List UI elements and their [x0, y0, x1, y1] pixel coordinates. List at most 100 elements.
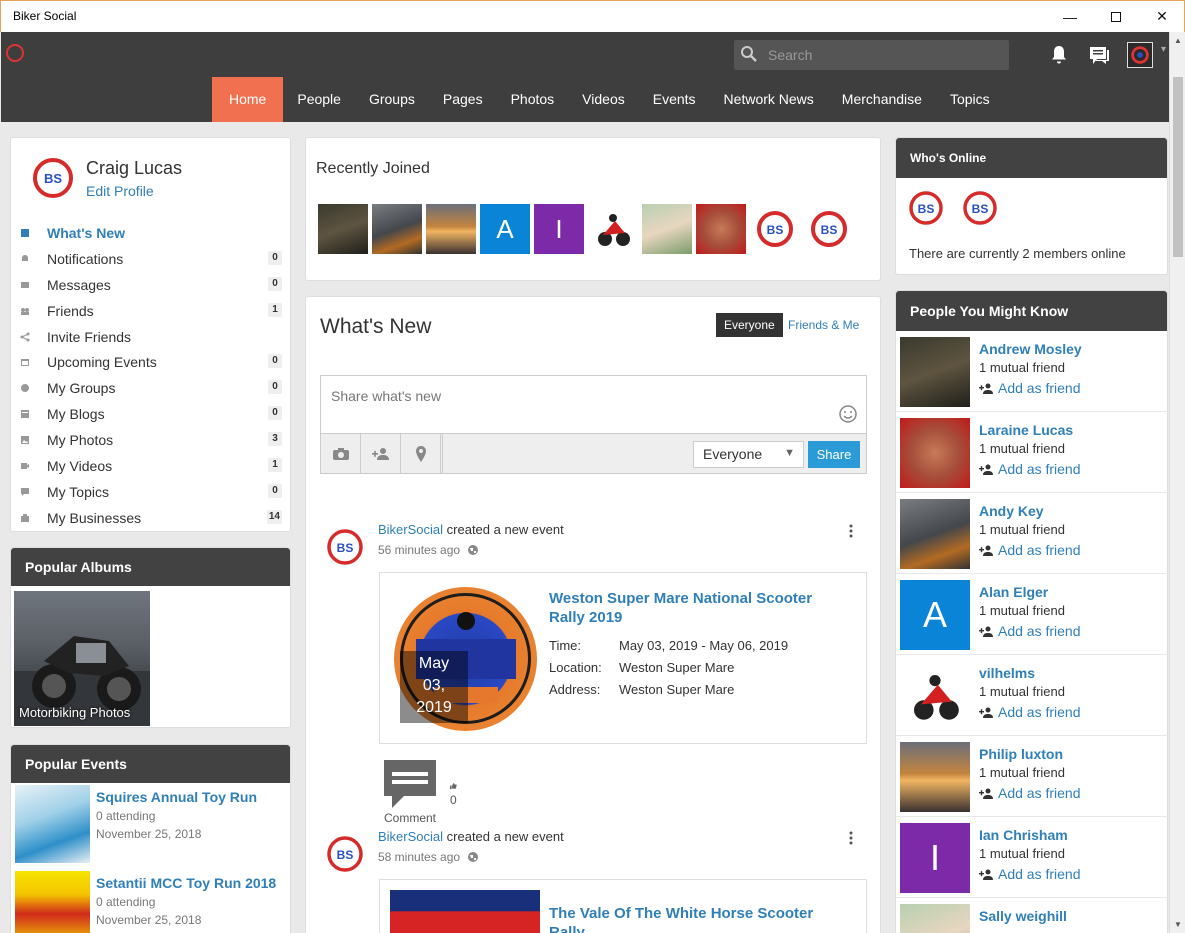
post-options-icon[interactable]	[849, 524, 853, 538]
menu-my-photos[interactable]: My Photos 3	[11, 427, 292, 453]
nav-groups[interactable]: Groups	[355, 77, 429, 122]
menu-my-businesses[interactable]: My Businesses 14	[11, 505, 292, 531]
tag-friends-button[interactable]	[361, 434, 401, 474]
add-photo-button[interactable]	[321, 434, 361, 474]
person-name[interactable]: Ian Chrisham	[979, 827, 1068, 843]
online-member-avatar[interactable]: BS	[962, 190, 998, 226]
menu-messages[interactable]: Messages 0	[11, 272, 292, 298]
maximize-button[interactable]	[1093, 1, 1139, 32]
post-options-icon[interactable]	[849, 831, 853, 845]
person-avatar[interactable]	[900, 499, 970, 569]
member-avatar[interactable]: BS	[750, 204, 800, 254]
filter-everyone-tab[interactable]: Everyone	[716, 313, 783, 337]
page-scrollbar[interactable]: ▲ ▼	[1169, 32, 1185, 933]
person-name[interactable]: Andrew Mosley	[979, 341, 1082, 357]
profile-name[interactable]: Craig Lucas	[86, 158, 182, 179]
member-avatar[interactable]	[588, 204, 638, 254]
composer-placeholder[interactable]: Share what's new	[331, 388, 441, 404]
event-title-link[interactable]: The Vale Of The White Horse Scooter Rall…	[549, 904, 849, 933]
online-member-avatar[interactable]: BS	[908, 190, 944, 226]
scrollbar-thumb[interactable]	[1173, 77, 1183, 257]
popular-event-item[interactable]: Setantii MCC Toy Run 2018 0 attending No…	[14, 871, 289, 933]
profile-avatar[interactable]: BS	[33, 158, 73, 198]
menu-my-videos[interactable]: My Videos 1	[11, 453, 292, 479]
person-avatar-letter[interactable]: I	[900, 823, 970, 893]
menu-whats-new[interactable]: What's New	[11, 220, 292, 246]
scroll-down-icon[interactable]: ▼	[1174, 920, 1182, 929]
menu-my-topics[interactable]: My Topics 0	[11, 479, 292, 505]
event-title-link[interactable]: Weston Super Mare National Scooter Rally…	[549, 589, 849, 627]
person-avatar[interactable]	[900, 418, 970, 488]
add-friend-button[interactable]: Add as friend	[979, 785, 1081, 801]
menu-friends[interactable]: Friends 1	[11, 298, 292, 324]
person-avatar[interactable]	[900, 904, 970, 933]
event-title[interactable]: Squires Annual Toy Run	[96, 789, 257, 805]
nav-photos[interactable]: Photos	[497, 77, 569, 122]
post-author-avatar[interactable]: BS	[326, 528, 364, 566]
messages-chat-icon[interactable]	[1087, 43, 1111, 67]
event-title[interactable]: Setantii MCC Toy Run 2018	[96, 875, 276, 891]
post-composer[interactable]: Share what's new Everyone ▼ Share	[320, 375, 867, 474]
nav-pages[interactable]: Pages	[429, 77, 497, 122]
user-avatar[interactable]	[1127, 42, 1153, 68]
post-author-link[interactable]: BikerSocial	[378, 522, 443, 537]
event-card[interactable]: May 03, 2019 Weston Super Mare National …	[379, 572, 867, 744]
member-avatar-letter[interactable]: I	[534, 204, 584, 254]
notifications-bell-icon[interactable]	[1047, 43, 1071, 67]
site-logo-icon[interactable]	[6, 44, 24, 62]
post-author-avatar[interactable]: BS	[326, 835, 364, 873]
scroll-up-icon[interactable]: ▲	[1174, 36, 1182, 45]
person-name[interactable]: Philip luxton	[979, 746, 1063, 762]
add-location-button[interactable]	[401, 434, 441, 474]
close-button[interactable]: ✕	[1139, 1, 1185, 32]
nav-videos[interactable]: Videos	[568, 77, 639, 122]
menu-my-groups[interactable]: My Groups 0	[11, 375, 292, 401]
person-name[interactable]: vilhelms	[979, 665, 1035, 681]
share-button[interactable]: Share	[808, 441, 860, 468]
person-name[interactable]: Andy Key	[979, 503, 1044, 519]
member-avatar[interactable]: BS	[804, 204, 854, 254]
add-friend-button[interactable]: Add as friend	[979, 866, 1081, 882]
search-box[interactable]	[734, 40, 1009, 70]
user-menu-chevron-icon[interactable]: ▾	[1161, 44, 1166, 55]
nav-topics[interactable]: Topics	[936, 77, 1004, 122]
comment-button[interactable]: Comment	[384, 760, 436, 825]
member-avatar[interactable]	[642, 204, 692, 254]
person-name[interactable]: Alan Elger	[979, 584, 1048, 600]
privacy-select[interactable]: Everyone ▼	[693, 441, 804, 468]
member-avatar[interactable]	[426, 204, 476, 254]
menu-invite-friends[interactable]: Invite Friends	[11, 324, 292, 350]
member-avatar-letter[interactable]: A	[480, 204, 530, 254]
add-friend-button[interactable]: Add as friend	[979, 461, 1081, 477]
add-friend-button[interactable]: Add as friend	[979, 380, 1081, 396]
event-card[interactable]: The Vale Of The White Horse Scooter Rall…	[379, 879, 867, 933]
add-friend-button[interactable]: Add as friend	[979, 704, 1081, 720]
member-avatar[interactable]	[318, 204, 368, 254]
search-input[interactable]	[768, 45, 998, 65]
nav-network-news[interactable]: Network News	[710, 77, 828, 122]
person-name[interactable]: Sally weighill	[979, 908, 1067, 924]
person-avatar[interactable]	[900, 742, 970, 812]
nav-people[interactable]: People	[283, 77, 355, 122]
edit-profile-link[interactable]: Edit Profile	[86, 183, 154, 199]
person-avatar[interactable]	[900, 337, 970, 407]
person-name[interactable]: Laraine Lucas	[979, 422, 1073, 438]
member-avatar[interactable]	[696, 204, 746, 254]
nav-events[interactable]: Events	[639, 77, 710, 122]
emoji-icon[interactable]	[838, 404, 858, 424]
minimize-button[interactable]: —	[1047, 1, 1093, 32]
filter-friends-tab[interactable]: Friends & Me	[788, 318, 859, 332]
add-friend-button[interactable]: Add as friend	[979, 623, 1081, 639]
album-thumbnail[interactable]: Motorbiking Photos	[14, 591, 150, 726]
member-avatar[interactable]	[372, 204, 422, 254]
menu-my-blogs[interactable]: My Blogs 0	[11, 401, 292, 427]
add-friend-button[interactable]: Add as friend	[979, 542, 1081, 558]
person-avatar[interactable]	[900, 661, 970, 731]
menu-upcoming-events[interactable]: Upcoming Events 0	[11, 349, 292, 375]
nav-home[interactable]: Home	[212, 77, 284, 122]
person-avatar-letter[interactable]: A	[900, 580, 970, 650]
menu-notifications[interactable]: Notifications 0	[11, 246, 292, 272]
nav-merchandise[interactable]: Merchandise	[828, 77, 936, 122]
post-author-link[interactable]: BikerSocial	[378, 829, 443, 844]
like-button[interactable]: 0	[450, 779, 457, 807]
